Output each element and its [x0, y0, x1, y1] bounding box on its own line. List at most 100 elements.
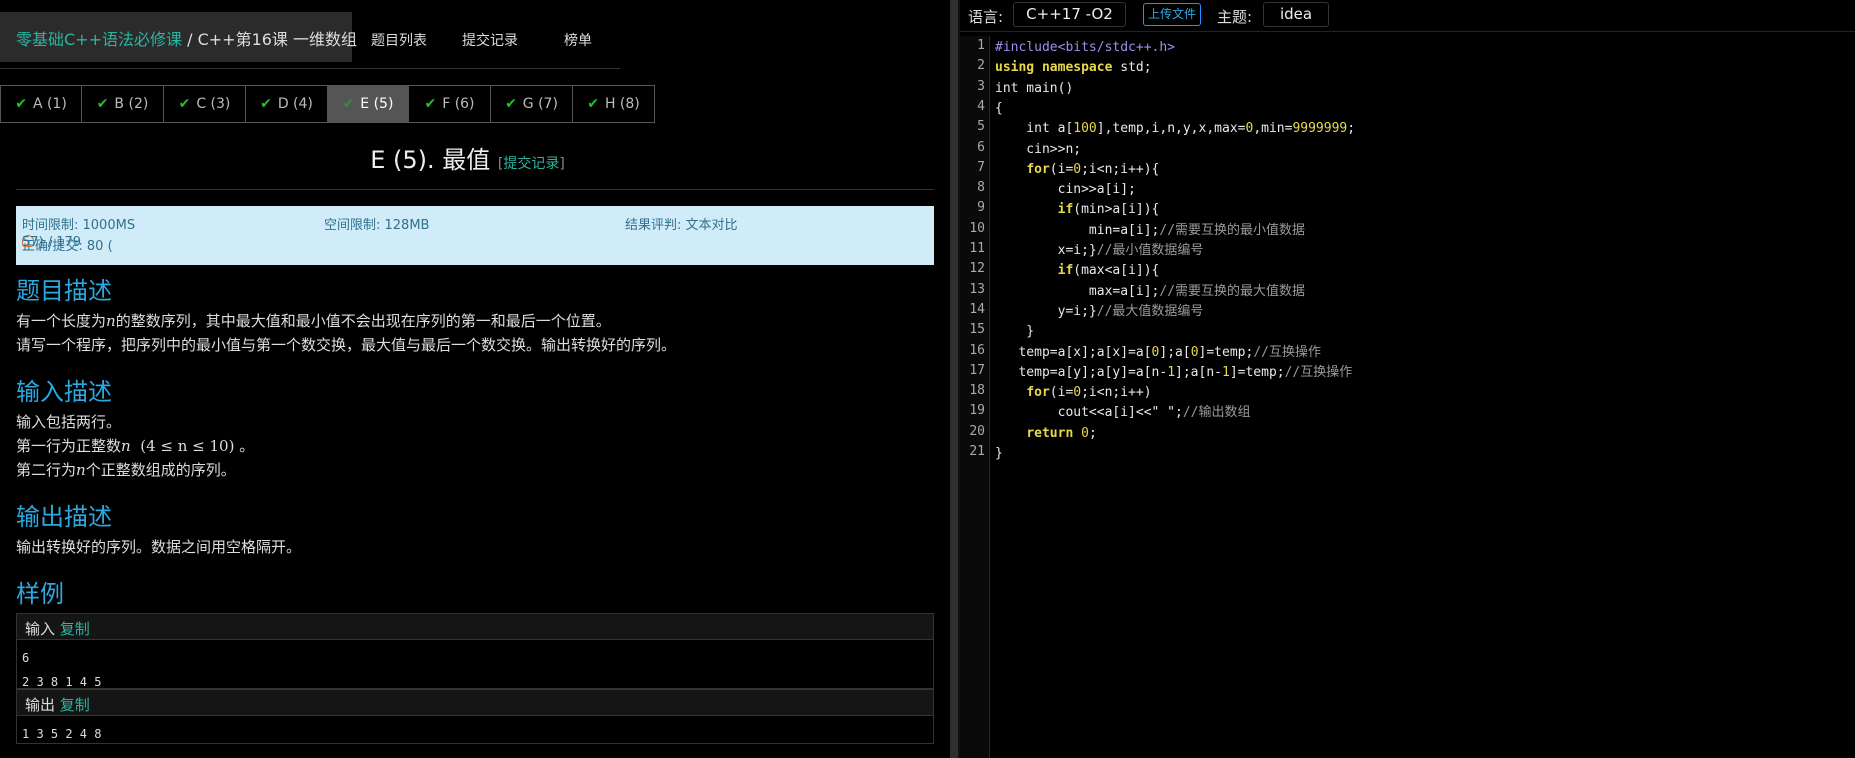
code-area[interactable]: #include<bits/stdc++.h> using namespace s…	[995, 36, 1845, 758]
line-number: 1	[977, 38, 985, 53]
problem-title-text: E (5). 最值	[370, 146, 491, 174]
line-number: 20	[969, 423, 985, 439]
tab-label: B (2)	[114, 96, 149, 112]
sample-heading: 样例	[16, 580, 64, 608]
tab-problem-g[interactable]: ✔ G (7)	[490, 85, 573, 123]
check-icon: ✔	[260, 96, 272, 112]
line-number: 14	[969, 301, 985, 317]
input-line-3: 第二行为n个正整数组成的序列。	[16, 458, 236, 482]
input-line-1: 输入包括两行。	[16, 413, 122, 431]
top-nav: 零基础C++语法必修课 / C++第16课 一维数组 题目列表 提交记录 榜单	[0, 0, 620, 70]
tab-label: A (1)	[32, 96, 67, 112]
nav-ranking-link[interactable]: 榜单	[564, 30, 592, 50]
judge-mode: 结果评判: 文本对比	[625, 218, 738, 233]
line-number: 4	[977, 98, 985, 114]
copy-output-button[interactable]: 复制	[60, 696, 90, 714]
tab-problem-c[interactable]: ✔ C (3)	[163, 85, 246, 123]
line-number: 17	[969, 362, 985, 378]
code-line: }	[995, 446, 1003, 461]
check-icon: ✔	[424, 96, 437, 112]
text: 第一行为正整数	[16, 437, 122, 455]
problem-panel: 零基础C++语法必修课 / C++第16课 一维数组 题目列表 提交记录 榜单 …	[0, 0, 950, 758]
nav-submissions-link[interactable]: 提交记录	[462, 30, 518, 50]
sample-input-header: 输入 复制	[17, 614, 933, 640]
input-heading: 输入描述	[16, 378, 112, 406]
description-heading: 题目描述	[16, 277, 112, 305]
line-number: 3	[977, 78, 985, 94]
description-line-1: 有一个长度为n的整数序列，其中最大值和最小值不会出现在序列的第一和最后一个位置。	[16, 309, 611, 333]
memory-limit: 空间限制: 128MB	[324, 218, 430, 233]
nav-divider	[0, 68, 620, 69]
line-number: 7	[977, 159, 985, 175]
tab-label: D (4)	[277, 96, 313, 112]
line-number: 18	[969, 383, 985, 399]
text: 个正整数组成的序列。	[85, 461, 236, 479]
sample-output-box: 输出 复制 1 3 5 2 4 8	[16, 689, 934, 744]
editor-toolbar: 语言: C++17 -O2 上传文件 主题: idea	[960, 0, 1855, 32]
tab-problem-e[interactable]: ✔ E (5)	[327, 85, 409, 123]
sample-input-text: 6 2 3 8 1 4 5	[22, 651, 102, 689]
problem-info-box: 时间限制: 1000MS 空间限制: 128MB 结果评判: 文本对比 正确/提…	[16, 206, 934, 265]
line-number: 13	[969, 281, 985, 297]
code-line: int main()	[995, 80, 1074, 96]
line-number: 12	[969, 261, 985, 277]
math-var: n	[76, 461, 86, 479]
breadcrumb-course-link[interactable]: 零基础C++语法必修课	[16, 30, 182, 49]
panel-splitter[interactable]	[950, 0, 960, 758]
tab-label: E (5)	[360, 96, 394, 112]
sample-input-box: 输入 复制 6 2 3 8 1 4 5	[16, 613, 934, 689]
line-number: 6	[977, 139, 985, 155]
text: 第二行为	[16, 461, 77, 479]
line-number: 8	[977, 180, 985, 196]
tab-label: G (7)	[522, 96, 558, 112]
line-number: 11	[969, 241, 985, 256]
line-number-gutter: 1 2 3 4 5 6 7 8 9 10 11 12 13 14 15 16 17 18 19 20 21	[960, 36, 990, 758]
line-number: 5	[977, 119, 985, 135]
input-line-2: 第一行为正整数n (4 ≤ n ≤ 10) 。	[16, 434, 254, 458]
sample-output-label: 输出	[25, 696, 56, 714]
breadcrumb: 零基础C++语法必修课 / C++第16课 一维数组	[0, 12, 357, 62]
check-icon: ✔	[178, 96, 191, 112]
copy-input-button[interactable]: 复制	[60, 620, 90, 638]
check-icon: ✔	[505, 96, 517, 112]
check-icon: ✔	[587, 96, 599, 112]
editor-panel: 语言: C++17 -O2 上传文件 主题: idea 1 2 3 4 5 6 7 8 9 10 1…	[960, 0, 1855, 758]
description-line-2: 请写一个程序，把序列中的最小值与第一个数交换，最大值与最后一个数交换。输出转换好…	[16, 336, 677, 354]
stats-users: 57) / 179	[22, 235, 82, 250]
sample-output-header: 输出 复制	[17, 690, 933, 716]
problem-tabs: ✔ A (1) ✔ B (2) ✔ C (3) ✔ D (4) ✔ E (5) ✔ F (6…	[0, 85, 655, 123]
line-number: 9	[977, 200, 985, 216]
language-select[interactable]: C++17 -O2	[1013, 2, 1126, 27]
line-number: 19	[969, 403, 985, 419]
record-bracket-close: ]	[559, 156, 565, 172]
breadcrumb-lesson: C++第16课 一维数组	[197, 30, 358, 49]
tab-problem-d[interactable]: ✔ D (4)	[245, 85, 328, 123]
check-icon: ✔	[342, 96, 355, 112]
line-number: 16	[969, 342, 985, 358]
theme-label: 主题:	[1217, 8, 1253, 26]
tab-label: H (8)	[604, 96, 640, 112]
text: 的整数序列，其中最大值和最小值不会出现在序列的第一和最后一个位置。	[115, 312, 611, 330]
nav-problem-list-link[interactable]: 题目列表	[371, 30, 427, 50]
check-icon: ✔	[96, 96, 109, 112]
line-number: 10	[969, 220, 985, 236]
tab-problem-a[interactable]: ✔ A (1)	[0, 85, 82, 123]
tab-problem-f[interactable]: ✔ F (6)	[408, 85, 491, 123]
problem-title: E (5). 最值 [提交记录]	[0, 140, 935, 175]
theme-select[interactable]: idea	[1263, 2, 1329, 27]
output-line-1: 输出转换好的序列。数据之间用空格隔开。	[16, 538, 302, 556]
line-number: 15	[969, 322, 985, 338]
text: 。	[239, 437, 255, 455]
output-heading: 输出描述	[16, 503, 112, 531]
tab-problem-b[interactable]: ✔ B (2)	[81, 85, 164, 123]
problem-record: [提交记录]	[498, 156, 565, 172]
tab-problem-h[interactable]: ✔ H (8)	[572, 85, 655, 123]
upload-file-button[interactable]: 上传文件	[1143, 3, 1201, 26]
time-limit: 时间限制: 1000MS	[22, 218, 136, 233]
language-label: 语言:	[968, 8, 1004, 26]
problem-record-link[interactable]: 提交记录	[503, 156, 559, 172]
code-line: return 0;	[1026, 425, 1097, 441]
title-divider	[16, 189, 934, 190]
code-editor[interactable]: 1 2 3 4 5 6 7 8 9 10 11 12 13 14 15 16 17 18 19 20 21 #inclu…	[960, 36, 1855, 758]
math-var: n	[106, 312, 116, 330]
